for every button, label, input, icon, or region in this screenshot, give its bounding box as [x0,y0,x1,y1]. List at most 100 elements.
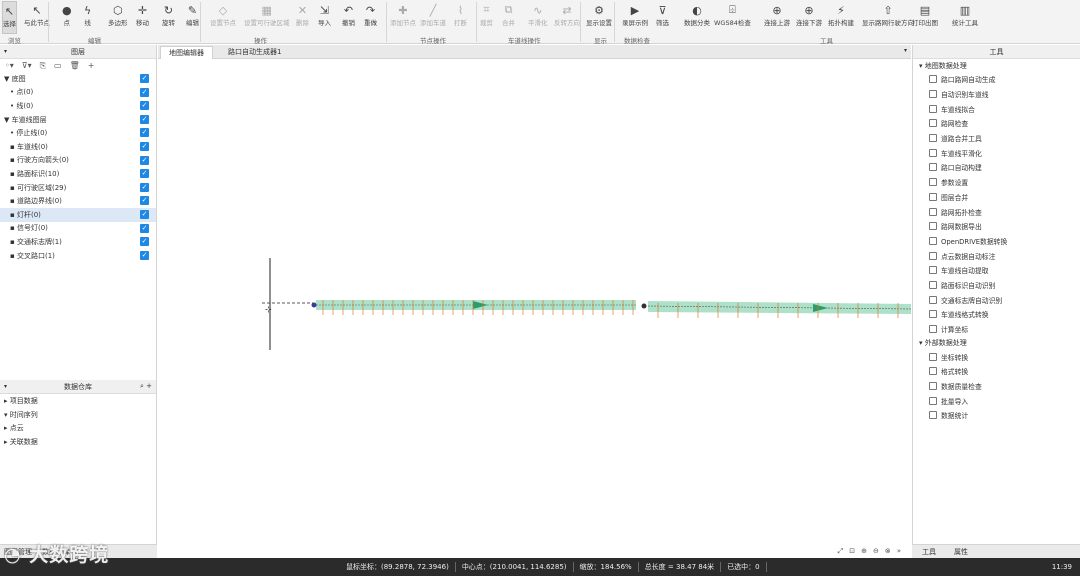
layer-visibility-checkbox[interactable]: ✓ [140,74,149,83]
reset-icon[interactable]: ⊗ [885,547,891,555]
layer-visibility-checkbox[interactable]: ✓ [140,155,149,165]
ribbon-button-edit[interactable]: ✎ 编辑 [186,1,199,34]
tool-section-header[interactable]: ▾ 地图数据处理 [913,59,1080,72]
ribbon-button-node[interactable]: ◇ 设置节点 [210,1,236,34]
tool-item[interactable]: 车道线格式转换 [913,307,1080,322]
tool-item[interactable]: 路口路网自动生成 [913,72,1080,87]
ribbon-button-line[interactable]: ϟ线 [84,1,91,34]
tool-item[interactable]: 图层合并 [913,190,1080,205]
ribbon-button-direction[interactable]: ⇧ 显示路网行驶方向 [862,1,914,34]
data-tree-item[interactable]: ▸ 点云 [0,422,156,436]
tool-item[interactable]: 自动识别车道线 [913,87,1080,102]
layer-row[interactable]: ▪ 灯杆(0) ✓ [0,207,156,222]
tool-item[interactable]: 车道线自动提取 [913,263,1080,278]
layer-visibility-checkbox[interactable]: ✓ [140,223,149,233]
ribbon-button-record[interactable]: ▶ 录屏示例 [622,1,648,34]
tab-properties[interactable]: 属性 [954,547,968,557]
layer-row[interactable]: ▪ 道路边界线(0) ✓ [0,194,156,208]
layer-row[interactable]: • 停止线(0) ✓ [0,126,156,140]
tool-item[interactable]: 数据统计 [913,408,1080,423]
ribbon-button-move[interactable]: ✛ 移动 [136,1,149,34]
layer-row[interactable]: ▪ 可行驶区域(29) ✓ [0,181,156,195]
tool-item[interactable]: 车道线拟合 [913,101,1080,116]
ribbon-button-add-node[interactable]: ✚ 添加节点 [390,1,416,34]
ribbon-button-classify[interactable]: ◐ 数据分类 [684,1,710,34]
tab-map-editor[interactable]: 地图编辑器 [160,46,213,59]
tool-item[interactable]: 路口自动构建 [913,160,1080,175]
layer-visibility-checkbox[interactable]: ✓ [140,141,149,151]
layer-visibility-checkbox[interactable]: ✓ [140,114,149,124]
tool-item[interactable]: 格式转换 [913,364,1080,379]
ribbon-button-area[interactable]: ▦ 设置可行驶区域 [244,1,290,34]
layer-row[interactable]: • 线(0) ✓ [0,99,156,113]
ribbon-button-merge[interactable]: ⧉ 合并 [502,1,515,34]
ribbon-button-add-lane[interactable]: ╱ 添加车道 [420,1,446,34]
layer-visibility-checkbox[interactable]: ✓ [140,169,149,179]
ribbon-button-redo[interactable]: ↷ 重做 [364,1,377,34]
zoom-out-icon[interactable]: ⊖ [873,547,879,555]
layer-visibility-checkbox[interactable]: ✓ [140,209,149,219]
layer-visibility-checkbox[interactable]: ✓ [140,128,149,138]
ribbon-button-connect-up[interactable]: ⊕ 连接上游 [764,1,790,34]
add-icon[interactable]: + [88,61,95,70]
layer-row[interactable]: • 点(0) ✓ [0,86,156,100]
visibility-icon[interactable]: ◦▾ [5,61,14,70]
tool-item[interactable]: 参数设置 [913,175,1080,190]
tool-item[interactable]: 点云数据自动标注 [913,248,1080,263]
layer-row[interactable]: ▪ 路面标识(10) ✓ [0,167,156,181]
tool-item[interactable]: 路网数据导出 [913,219,1080,234]
tool-item[interactable]: 路网检查 [913,116,1080,131]
ribbon-button-filter[interactable]: ⊽ 筛选 [656,1,669,34]
data-tree-item[interactable]: ▸ 关联数据 [0,435,156,449]
ribbon-button-delete[interactable]: ✕ 删除 [296,1,309,34]
folder-icon[interactable]: ▭ [54,61,62,70]
layer-row[interactable]: ▪ 信号灯(0) ✓ [0,222,156,236]
layer-visibility-checkbox[interactable]: ✓ [140,182,149,192]
extent-icon[interactable]: ⊡ [849,547,855,555]
ribbon-button-undo[interactable]: ↶ 撤销 [342,1,355,34]
tool-item[interactable]: 交通标志牌自动识别 [913,292,1080,307]
tool-item[interactable]: 车道线平滑化 [913,145,1080,160]
layer-row[interactable]: ▪ 车道线(0) ✓ [0,140,156,154]
ribbon-button-stats[interactable]: ▥ 统计工具 [952,1,978,34]
ribbon-button-reverse[interactable]: ⇄ 反转方向 [554,1,580,34]
ribbon-button-cursor[interactable]: ↖ 选择 [2,1,17,34]
zoom-in-icon[interactable]: ⊕ [861,547,867,555]
delete-icon[interactable]: 🗑 [70,61,80,70]
search-icon[interactable]: ⌕ + [140,382,152,391]
tool-item[interactable]: 路网拓扑检查 [913,204,1080,219]
tool-item[interactable]: OpenDRIVE数据转换 [913,234,1080,249]
ribbon-button-connect-down[interactable]: ⊕ 连接下游 [796,1,822,34]
more-icon[interactable]: » [897,547,901,555]
ribbon-button-cursor-plus[interactable]: ↖ 与此节点 [24,1,50,34]
layer-row[interactable]: ▪ 交通标志牌(1) ✓ [0,235,156,249]
layer-row[interactable]: ▪ 交叉路口(1) ✓ [0,249,156,263]
map-canvas[interactable]: ⊹ [158,60,911,544]
ribbon-button-topology[interactable]: ⚡ 拓扑构建 [828,1,854,34]
layer-visibility-checkbox[interactable]: ✓ [140,101,149,111]
layer-row[interactable]: ▼ 底图 ✓ [0,72,156,86]
tool-section-header[interactable]: ▾ 外部数据处理 [913,336,1080,349]
layer-visibility-checkbox[interactable]: ✓ [140,237,149,247]
ribbon-button-check[interactable]: ⌹ WGS84检查 [714,1,751,34]
data-tree-item[interactable]: ▸ 项目数据 [0,394,156,408]
tool-item[interactable]: 批量导入 [913,393,1080,408]
tool-item[interactable]: 计算坐标 [913,322,1080,337]
tool-item[interactable]: 数据质量检查 [913,379,1080,394]
data-tree-item[interactable]: ▾ 时间序列 [0,408,156,422]
copy-icon[interactable]: ⎘ [40,61,46,71]
tool-item[interactable]: 坐标转换 [913,349,1080,364]
layer-row[interactable]: ▪ 行驶方向箭头(0) ✓ [0,154,156,168]
ribbon-button-rotate[interactable]: ↻ 旋转 [162,1,175,34]
ribbon-button-break[interactable]: ⌇ 打断 [454,1,467,34]
layer-row[interactable]: ▼ 车道线图层 ✓ [0,113,156,127]
ribbon-button-display-settings[interactable]: ⚙ 显示设置 [586,1,612,34]
chevron-down-icon[interactable]: ▾ [904,47,907,54]
ribbon-button-import[interactable]: ⇲ 导入 [318,1,331,34]
fit-icon[interactable]: ⤢ [838,547,844,556]
ribbon-button-crop[interactable]: ⌗ 裁剪 [480,1,493,34]
ribbon-button-point[interactable]: ● 点 [62,1,72,34]
tool-item[interactable]: 道路合并工具 [913,131,1080,146]
ribbon-button-smooth[interactable]: ∿ 平滑化 [528,1,548,34]
ribbon-button-polygon[interactable]: ⬡ 多边形 [108,1,128,34]
